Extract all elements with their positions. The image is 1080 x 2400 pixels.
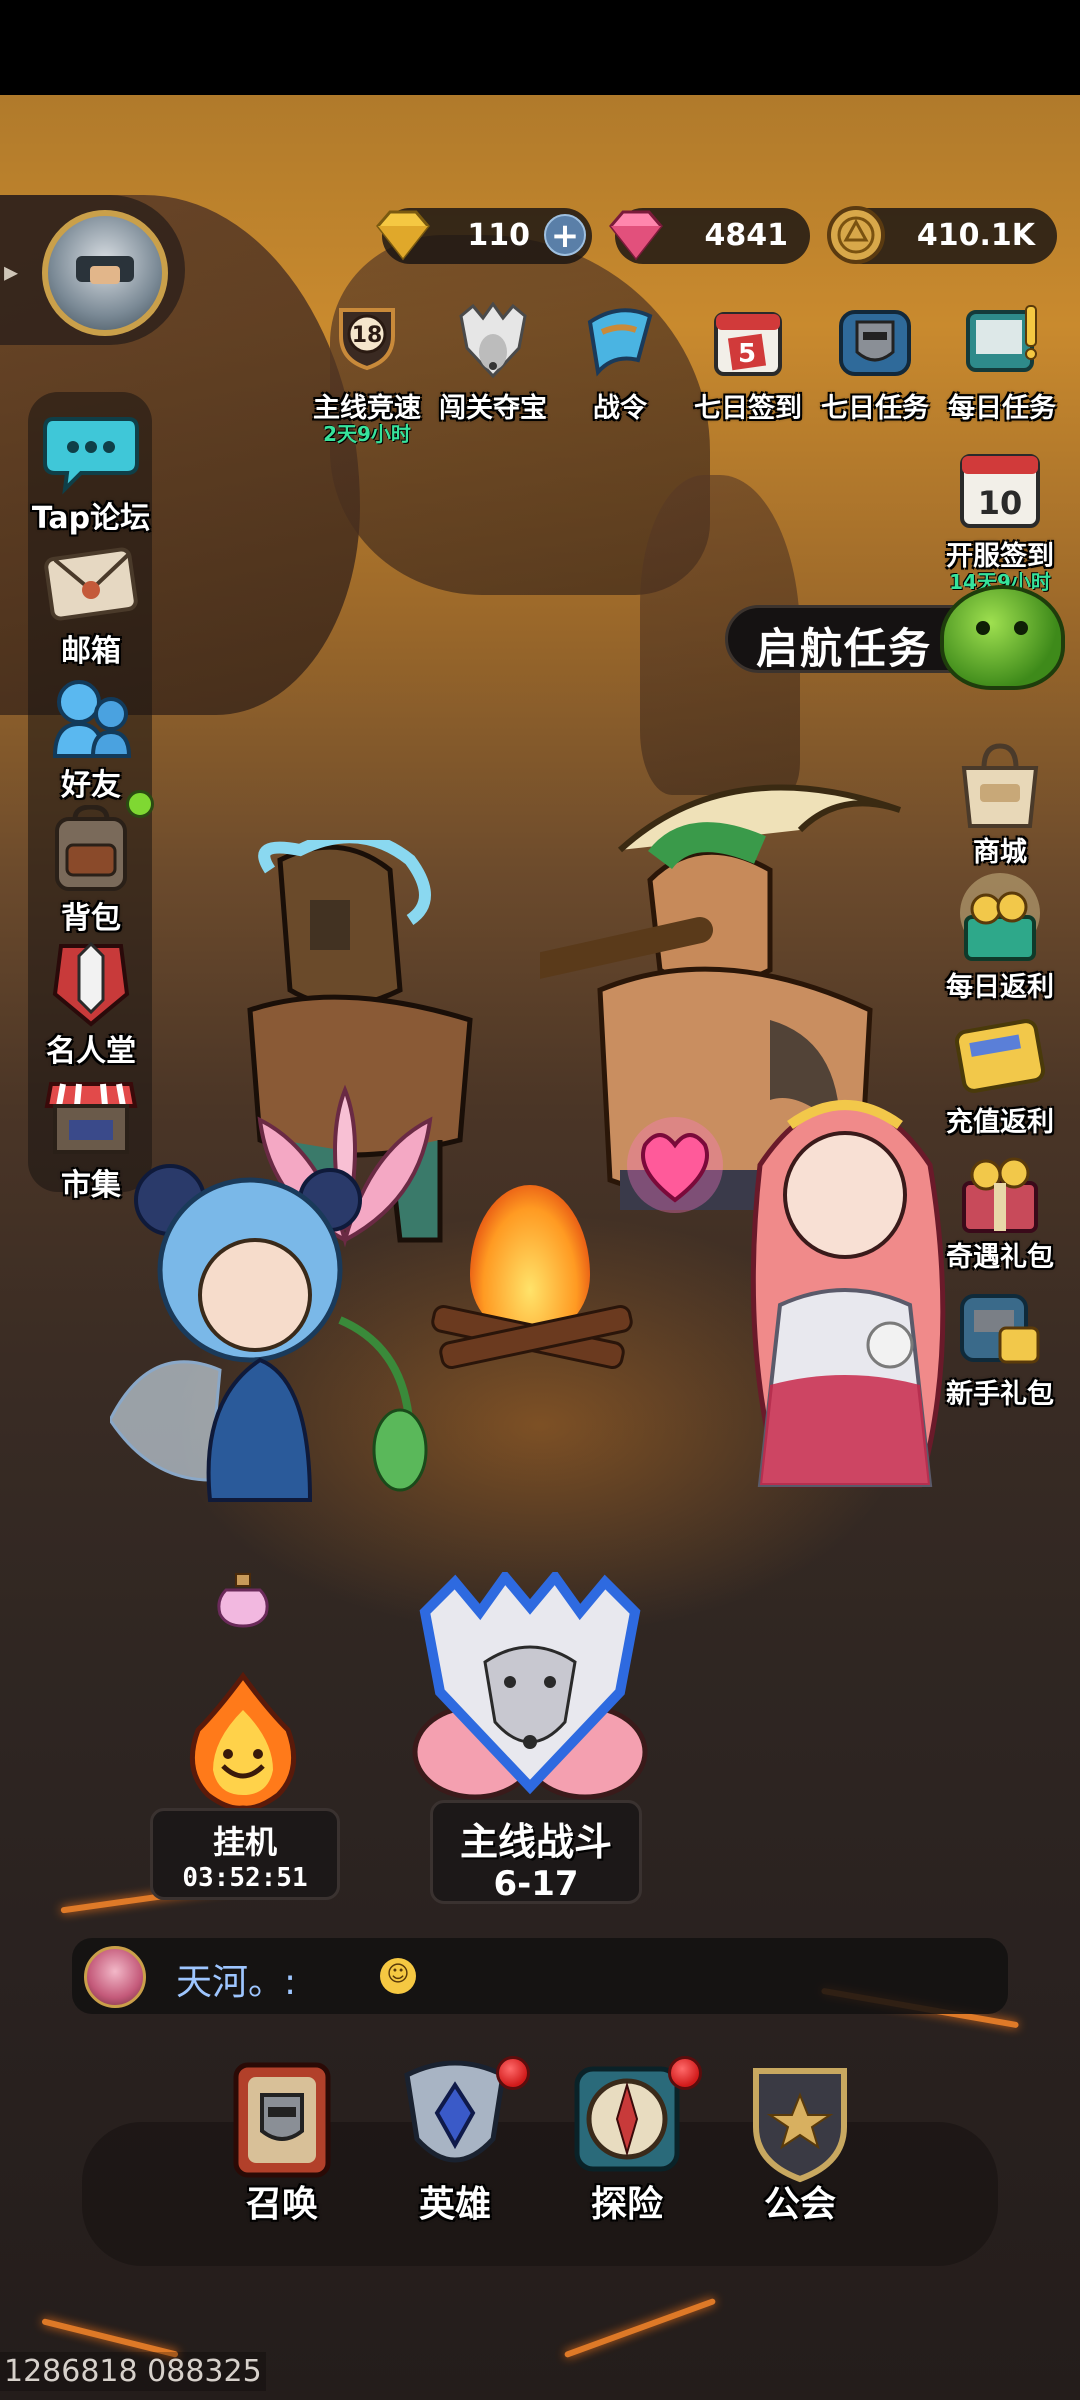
coin-icon — [827, 206, 885, 264]
currency-pink-gem: 4841 — [609, 208, 810, 264]
nav-guild-label: 公会 — [763, 2184, 836, 2225]
slime-mascot-icon[interactable] — [940, 585, 1065, 690]
chat-message: 天河。: — [176, 1962, 297, 2003]
coin-value: 410.1K — [916, 218, 1035, 253]
hall-of-fame-icon — [52, 941, 130, 1027]
event-main-race-timer: 2天9小时 — [323, 422, 411, 446]
menu-shop-label: 商城 — [973, 837, 1027, 868]
calendar-icon: 5 — [714, 312, 782, 376]
menu-hall-of-fame-label: 名人堂 — [46, 1034, 136, 1069]
currency-coin: 410.1K — [827, 206, 1057, 264]
nav-guild[interactable]: 公会 — [730, 2055, 870, 2235]
friends-icon — [52, 680, 132, 758]
menu-shop[interactable]: 商城 — [935, 738, 1065, 873]
summon-book-icon — [233, 2062, 331, 2178]
pink-gem-icon — [609, 210, 663, 261]
chat-avatar[interactable] — [84, 1946, 146, 2008]
signin-day-number: 5 — [738, 339, 756, 369]
lava-crack — [563, 2297, 717, 2359]
avatar-face — [90, 266, 120, 284]
envelope-icon — [44, 547, 138, 621]
menu-mailbox-label: 邮箱 — [61, 634, 121, 669]
launch-quest-banner[interactable]: 启航任务 — [725, 605, 970, 673]
grinning-emoji-icon: ☺ — [380, 1958, 416, 1994]
chat-bubble-icon — [43, 417, 139, 495]
status-bar — [0, 0, 1080, 95]
main-battle-label: 主线战斗 — [459, 1820, 612, 1864]
event-battle-pass-label: 战令 — [593, 393, 647, 424]
hero-rose-princess[interactable] — [720, 1085, 970, 1505]
event-seven-day-tasks[interactable]: 七日任务 — [815, 302, 935, 432]
menu-tap-forum-label: Tap论坛 — [31, 501, 151, 536]
gold-gem-value: 110 — [467, 218, 530, 253]
world-chat-bar[interactable]: 天河。: ☺ — [72, 1938, 1008, 2014]
helmet-shield-icon — [839, 310, 911, 376]
campfire-logs — [429, 1302, 635, 1372]
menu-tap-forum[interactable]: Tap论坛 — [28, 405, 154, 537]
event-battle-pass[interactable]: 战令 — [560, 302, 680, 432]
player-uid: 1286818 088325 — [0, 2352, 266, 2391]
player-avatar[interactable] — [42, 210, 168, 336]
idle-rewards-button[interactable]: 挂机 03:52:51 — [150, 1808, 340, 1900]
race-badge-number: 18 — [352, 323, 383, 348]
menu-mailbox[interactable]: 邮箱 — [28, 538, 154, 670]
nav-heroes-notification-dot — [496, 2056, 530, 2090]
wolf-crest-icon — [459, 302, 527, 379]
event-seven-day-signin[interactable]: 5 七日签到 — [688, 302, 808, 432]
event-treasure-run-label: 闯关夺宝 — [439, 393, 547, 424]
idle-timer: 03:52:51 — [182, 1863, 308, 1893]
shop-bag-icon — [961, 743, 1039, 828]
event-treasure-run[interactable]: 闯关夺宝 — [433, 302, 553, 432]
guild-shield-icon — [753, 2068, 847, 2183]
trophy-icon: 18 — [339, 308, 395, 371]
calendar-icon: 10 — [960, 454, 1040, 528]
menu-daily-rebate-label: 每日返利 — [946, 972, 1054, 1003]
backpack-notification-dot — [126, 790, 154, 818]
menu-hall-of-fame[interactable]: 名人堂 — [28, 938, 154, 1070]
side-expand-icon[interactable]: ▸ — [4, 255, 18, 288]
backpack-icon — [55, 805, 127, 891]
magic-heart-staff — [627, 1117, 723, 1213]
main-battle-stage: 6-17 — [493, 1864, 579, 1904]
currency-gold-gem[interactable]: 110 + — [376, 208, 592, 264]
add-gems-button[interactable]: + — [544, 214, 586, 256]
nav-explore-label: 探险 — [590, 2184, 663, 2225]
idle-label: 挂机 — [212, 1823, 277, 1861]
main-battle-wolf-crest-icon[interactable] — [405, 1572, 655, 1802]
game-screen: ▸ 110 + 4841 410.1K 18 主线竞速 2天9小时 闯关夺宝 战… — [0, 0, 1080, 2400]
potion-bottle-icon[interactable] — [212, 1570, 274, 1630]
pink-gem-value: 4841 — [704, 218, 789, 253]
server-signin-day: 10 — [978, 484, 1023, 522]
gift-basket-icon — [960, 873, 1040, 961]
event-seven-day-signin-label: 七日签到 — [694, 393, 802, 424]
launch-quest-label: 启航任务 — [756, 624, 933, 673]
fire-spirit-icon[interactable] — [178, 1670, 308, 1810]
main-battle-button[interactable]: 主线战斗 6-17 — [430, 1800, 642, 1904]
hero-fairy-girl[interactable] — [110, 1120, 430, 1510]
notebook-icon — [966, 305, 1037, 372]
event-seven-day-tasks-label: 七日任务 — [821, 393, 929, 424]
menu-backpack[interactable]: 背包 — [28, 805, 154, 937]
event-main-race[interactable]: 18 主线竞速 2天9小时 — [307, 302, 427, 446]
nav-summon-label: 召唤 — [245, 2184, 318, 2225]
nav-heroes-label: 英雄 — [418, 2184, 491, 2225]
gold-gem-icon — [376, 210, 430, 261]
event-daily-tasks-label: 每日任务 — [948, 393, 1056, 424]
banner-flag-icon — [587, 308, 653, 377]
menu-friends[interactable]: 好友 — [28, 672, 154, 804]
menu-daily-rebate[interactable]: 每日返利 — [935, 873, 1065, 1008]
menu-server-signin[interactable]: 10 开服签到 14天9小时 — [935, 442, 1065, 594]
event-daily-tasks[interactable]: 每日任务 — [942, 302, 1062, 432]
menu-backpack-label: 背包 — [61, 901, 121, 936]
nav-summon[interactable]: 召唤 — [212, 2055, 352, 2235]
nav-explore-notification-dot — [668, 2056, 702, 2090]
